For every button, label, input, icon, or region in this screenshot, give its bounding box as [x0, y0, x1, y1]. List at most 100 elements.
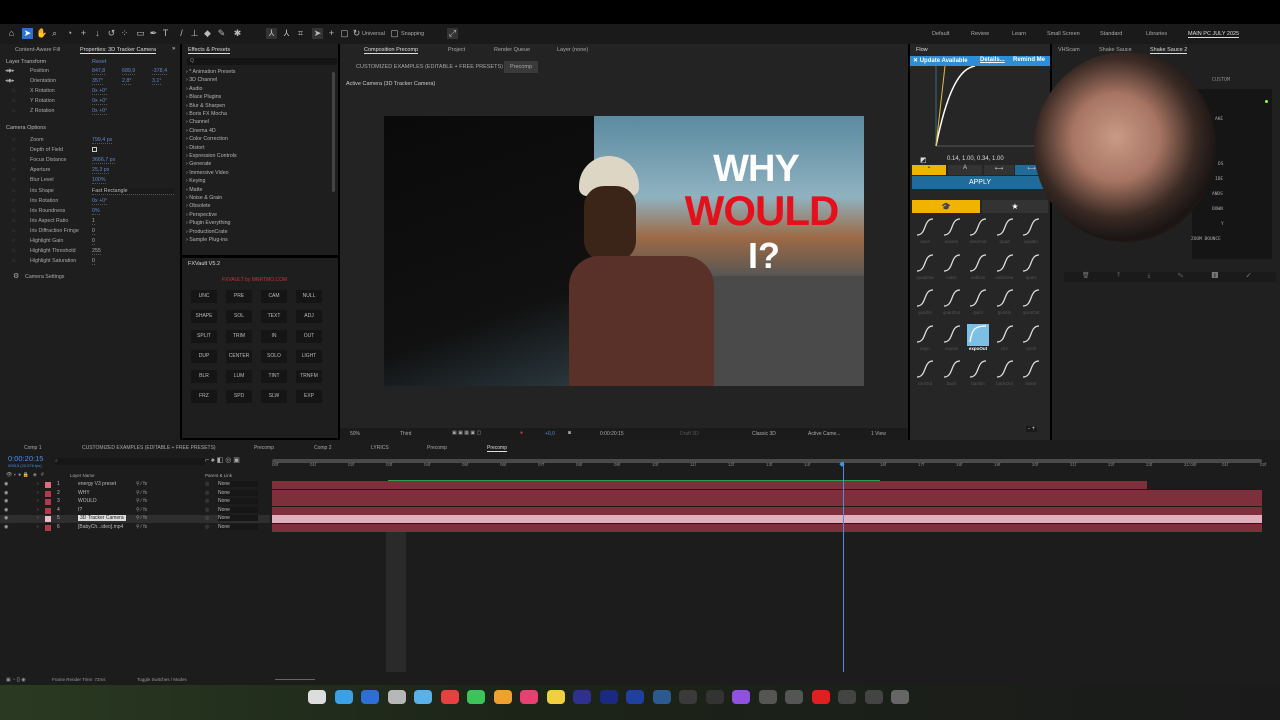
- dock-app-icon[interactable]: [467, 690, 485, 704]
- eraser-tool-icon[interactable]: ◆: [202, 28, 213, 39]
- stopwatch-icon[interactable]: ◌: [12, 137, 15, 143]
- property-value[interactable]: 0: [92, 238, 95, 245]
- tab-project[interactable]: Project: [448, 47, 465, 53]
- details-link[interactable]: Details...: [980, 57, 1005, 63]
- shake-preset-item[interactable]: IDE: [1215, 177, 1223, 182]
- magnification-dropdown[interactable]: 50%: [350, 431, 360, 437]
- presets-tab-graduation-cap-icon[interactable]: 🎓: [912, 200, 980, 213]
- pan-tool-icon[interactable]: +: [78, 28, 89, 39]
- property-value[interactable]: 357°: [92, 78, 103, 85]
- comp-viewer-frame[interactable]: WHY WOULD I?: [384, 116, 864, 386]
- effect-category[interactable]: › Distort: [186, 145, 205, 151]
- stopwatch-icon[interactable]: ◌: [12, 208, 15, 214]
- ease-preset-backIn[interactable]: backIn: [966, 357, 990, 387]
- dock-app-icon[interactable]: [652, 690, 671, 704]
- layer-switches[interactable]: ⚲ ⁄ fx: [136, 498, 147, 504]
- keyframe-mode-button[interactable]: ⬩: [912, 165, 946, 175]
- timeline-tab[interactable]: LYRICS: [371, 445, 389, 451]
- current-time-field[interactable]: 0:00:20:15: [600, 431, 624, 437]
- tab-shake-sauce[interactable]: Shake Sauce: [1099, 47, 1132, 53]
- visibility-eye-icon[interactable]: ◉: [4, 515, 8, 521]
- bezier-curve-graph[interactable]: [930, 66, 1045, 148]
- effect-category[interactable]: › Plugin Everything: [186, 220, 230, 226]
- property-value[interactable]: 1: [92, 218, 95, 225]
- expand-chevron-icon[interactable]: ›: [37, 490, 39, 496]
- fxvault-button-trnfm[interactable]: TRNFM: [296, 370, 322, 383]
- anchor-tool-icon[interactable]: ⁘: [119, 28, 130, 39]
- stopwatch-icon[interactable]: ◌: [12, 98, 15, 104]
- pickwhip-icon[interactable]: ◎: [205, 481, 209, 487]
- effect-category[interactable]: › Sample Plug-ins: [186, 237, 228, 243]
- stopwatch-icon[interactable]: ◌: [12, 157, 15, 163]
- parent-link-header[interactable]: Parent & Link: [205, 473, 232, 478]
- ease-preset-cubicOut[interactable]: cubicOut: [993, 251, 1017, 281]
- pickwhip-icon[interactable]: ◎: [205, 507, 209, 513]
- visibility-eye-icon[interactable]: ◉: [4, 507, 8, 513]
- workspace-tab[interactable]: Standard: [1100, 31, 1122, 37]
- visibility-eye-icon[interactable]: ◉: [4, 524, 8, 530]
- type-tool-icon[interactable]: T: [160, 28, 171, 39]
- timeline-tab[interactable]: CUSTOMIZED EXAMPLES (EDITABLE + FREE PRE…: [82, 445, 216, 451]
- expand-chevron-icon[interactable]: ›: [37, 498, 39, 504]
- tab-vhscam[interactable]: VHScam: [1058, 47, 1080, 53]
- effect-category[interactable]: › Immersive Video: [186, 170, 229, 176]
- viewer-toggle-icons[interactable]: ▣ ▣ ▦ ▣ ▢: [452, 430, 481, 436]
- label-color-swatch[interactable]: [45, 482, 51, 488]
- stopwatch-icon[interactable]: ◌: [12, 198, 15, 204]
- universal-icon[interactable]: ↻: [351, 28, 362, 39]
- ease-preset-quart[interactable]: quart: [1019, 251, 1043, 281]
- effect-category[interactable]: › Generate: [186, 161, 211, 167]
- property-value[interactable]: 0: [92, 228, 95, 235]
- fxvault-button-blr[interactable]: BLR: [191, 370, 217, 383]
- shake-preset-item[interactable]: Y: [1221, 222, 1224, 227]
- effect-category[interactable]: › Expression Controls: [186, 153, 237, 159]
- pickwhip-icon[interactable]: ◎: [205, 498, 209, 504]
- rectangle-tool-icon[interactable]: ▭: [135, 28, 146, 39]
- 3d-select-icon[interactable]: ➤: [312, 28, 323, 39]
- layer-row[interactable]: ◉ › 2 WHY ⚲ ⁄ fx ◎ None: [0, 489, 270, 498]
- property-value[interactable]: 0x +0°: [92, 88, 108, 95]
- property-value[interactable]: 255: [92, 248, 101, 256]
- ease-preset-quartIn[interactable]: quartIn: [913, 286, 937, 316]
- snapshot-icon[interactable]: ◙: [568, 430, 571, 436]
- dock-app-icon[interactable]: [785, 690, 803, 704]
- draft-3d-toggle[interactable]: Draft 3D: [680, 431, 699, 437]
- stopwatch-icon[interactable]: ◌: [12, 218, 15, 224]
- layer-row[interactable]: ◉ › 1 energy V3 preset ⚲ ⁄ fx ◎ None: [0, 481, 270, 489]
- layer-name[interactable]: energy V3 preset: [78, 481, 116, 487]
- fxvault-button-pre[interactable]: PRE: [226, 290, 252, 303]
- effect-category[interactable]: › 3D Channel: [186, 77, 217, 83]
- shake-preset-item[interactable]: ANDS: [1212, 192, 1223, 197]
- dock-app-icon[interactable]: [414, 690, 432, 704]
- fxvault-button-trim[interactable]: TRIM: [226, 330, 252, 343]
- ease-preset-linear[interactable]: linear: [1019, 357, 1043, 387]
- tab-content-aware-fill[interactable]: Content-Aware Fill: [15, 47, 60, 53]
- ease-preset-quartOut[interactable]: quartOut: [940, 286, 964, 316]
- layer-row[interactable]: ◉ › 5 3D Tracker Camera ⚲ ⁄ fx ◎ None: [0, 515, 270, 523]
- reset-button[interactable]: Reset: [92, 59, 106, 65]
- stopwatch-icon[interactable]: ◌: [12, 167, 15, 173]
- dock-app-icon[interactable]: [758, 690, 777, 704]
- dock-app-icon[interactable]: [308, 690, 326, 704]
- parent-dropdown[interactable]: None: [218, 489, 258, 496]
- stopwatch-icon[interactable]: ◌: [12, 147, 15, 153]
- dock-app-icon[interactable]: [705, 690, 724, 704]
- breadcrumb-current[interactable]: Precomp: [504, 61, 539, 73]
- breadcrumb-parent[interactable]: CUSTOMIZED EXAMPLES (EDITABLE + FREE PRE…: [356, 64, 503, 70]
- layer-name[interactable]: I?: [78, 507, 82, 513]
- favorites-tab-star-icon[interactable]: ★: [982, 200, 1048, 213]
- fxvault-button-spd[interactable]: SPD: [226, 390, 252, 403]
- renderer-dropdown[interactable]: Classic 3D: [752, 431, 776, 437]
- property-value[interactable]: 0%: [92, 208, 100, 215]
- effect-category[interactable]: › Perspective: [186, 212, 217, 218]
- property-value[interactable]: 25,3 px: [92, 167, 110, 175]
- ease-preset-circIn[interactable]: circIn: [1019, 322, 1043, 352]
- property-value[interactable]: 3,1°: [152, 78, 162, 85]
- timeline-tab[interactable]: Comp 1: [24, 445, 42, 451]
- dock-app-icon[interactable]: [891, 690, 909, 704]
- visibility-eye-icon[interactable]: ◉: [4, 481, 8, 487]
- fxvault-button-dup[interactable]: DUP: [191, 350, 217, 363]
- workspace-tab[interactable]: Small Screen: [1047, 31, 1080, 37]
- label-color-swatch[interactable]: [45, 524, 51, 531]
- layer-row[interactable]: ◉ › 6 [BabyCh...ideo].mp4 ⚲ ⁄ fx ◎ None: [0, 523, 270, 532]
